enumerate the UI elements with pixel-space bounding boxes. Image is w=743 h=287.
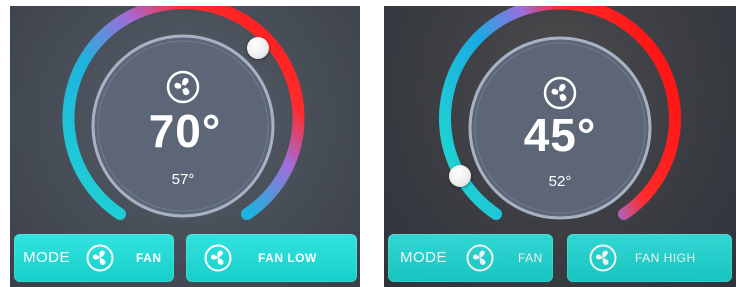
set-temperature: 70° [148,105,222,157]
fan-icon [204,244,232,272]
mode-value: FAN [518,251,543,265]
temperature-slider-knob[interactable] [247,37,269,59]
fan-icon [166,70,200,104]
temperature-slider-knob[interactable] [449,165,471,187]
fan-icon [86,244,114,272]
set-temperature: 45° [523,109,597,161]
current-temperature: 57° [171,171,195,188]
fan-icon [589,244,617,272]
mode-button-label: MODE [23,249,70,266]
fan-speed-button[interactable]: FAN LOW [186,234,357,282]
fan-speed-label: FAN HIGH [635,251,696,265]
mode-button-label: MODE [400,249,447,266]
mode-button[interactable]: MODE FAN [14,234,174,282]
fan-speed-label: FAN LOW [258,251,317,265]
current-temperature: 52° [548,173,572,190]
mode-value: FAN [136,251,162,265]
fan-icon [543,76,577,110]
fan-speed-button[interactable]: FAN HIGH [567,234,732,282]
thermostat-panel-right: 45° 52° MODE FAN FAN HIGH [384,6,736,287]
thermostat-panel-left: 70° 57° MODE FAN FAN LOW [10,6,360,287]
fan-icon [466,244,494,272]
mode-button[interactable]: MODE FAN [388,234,553,282]
